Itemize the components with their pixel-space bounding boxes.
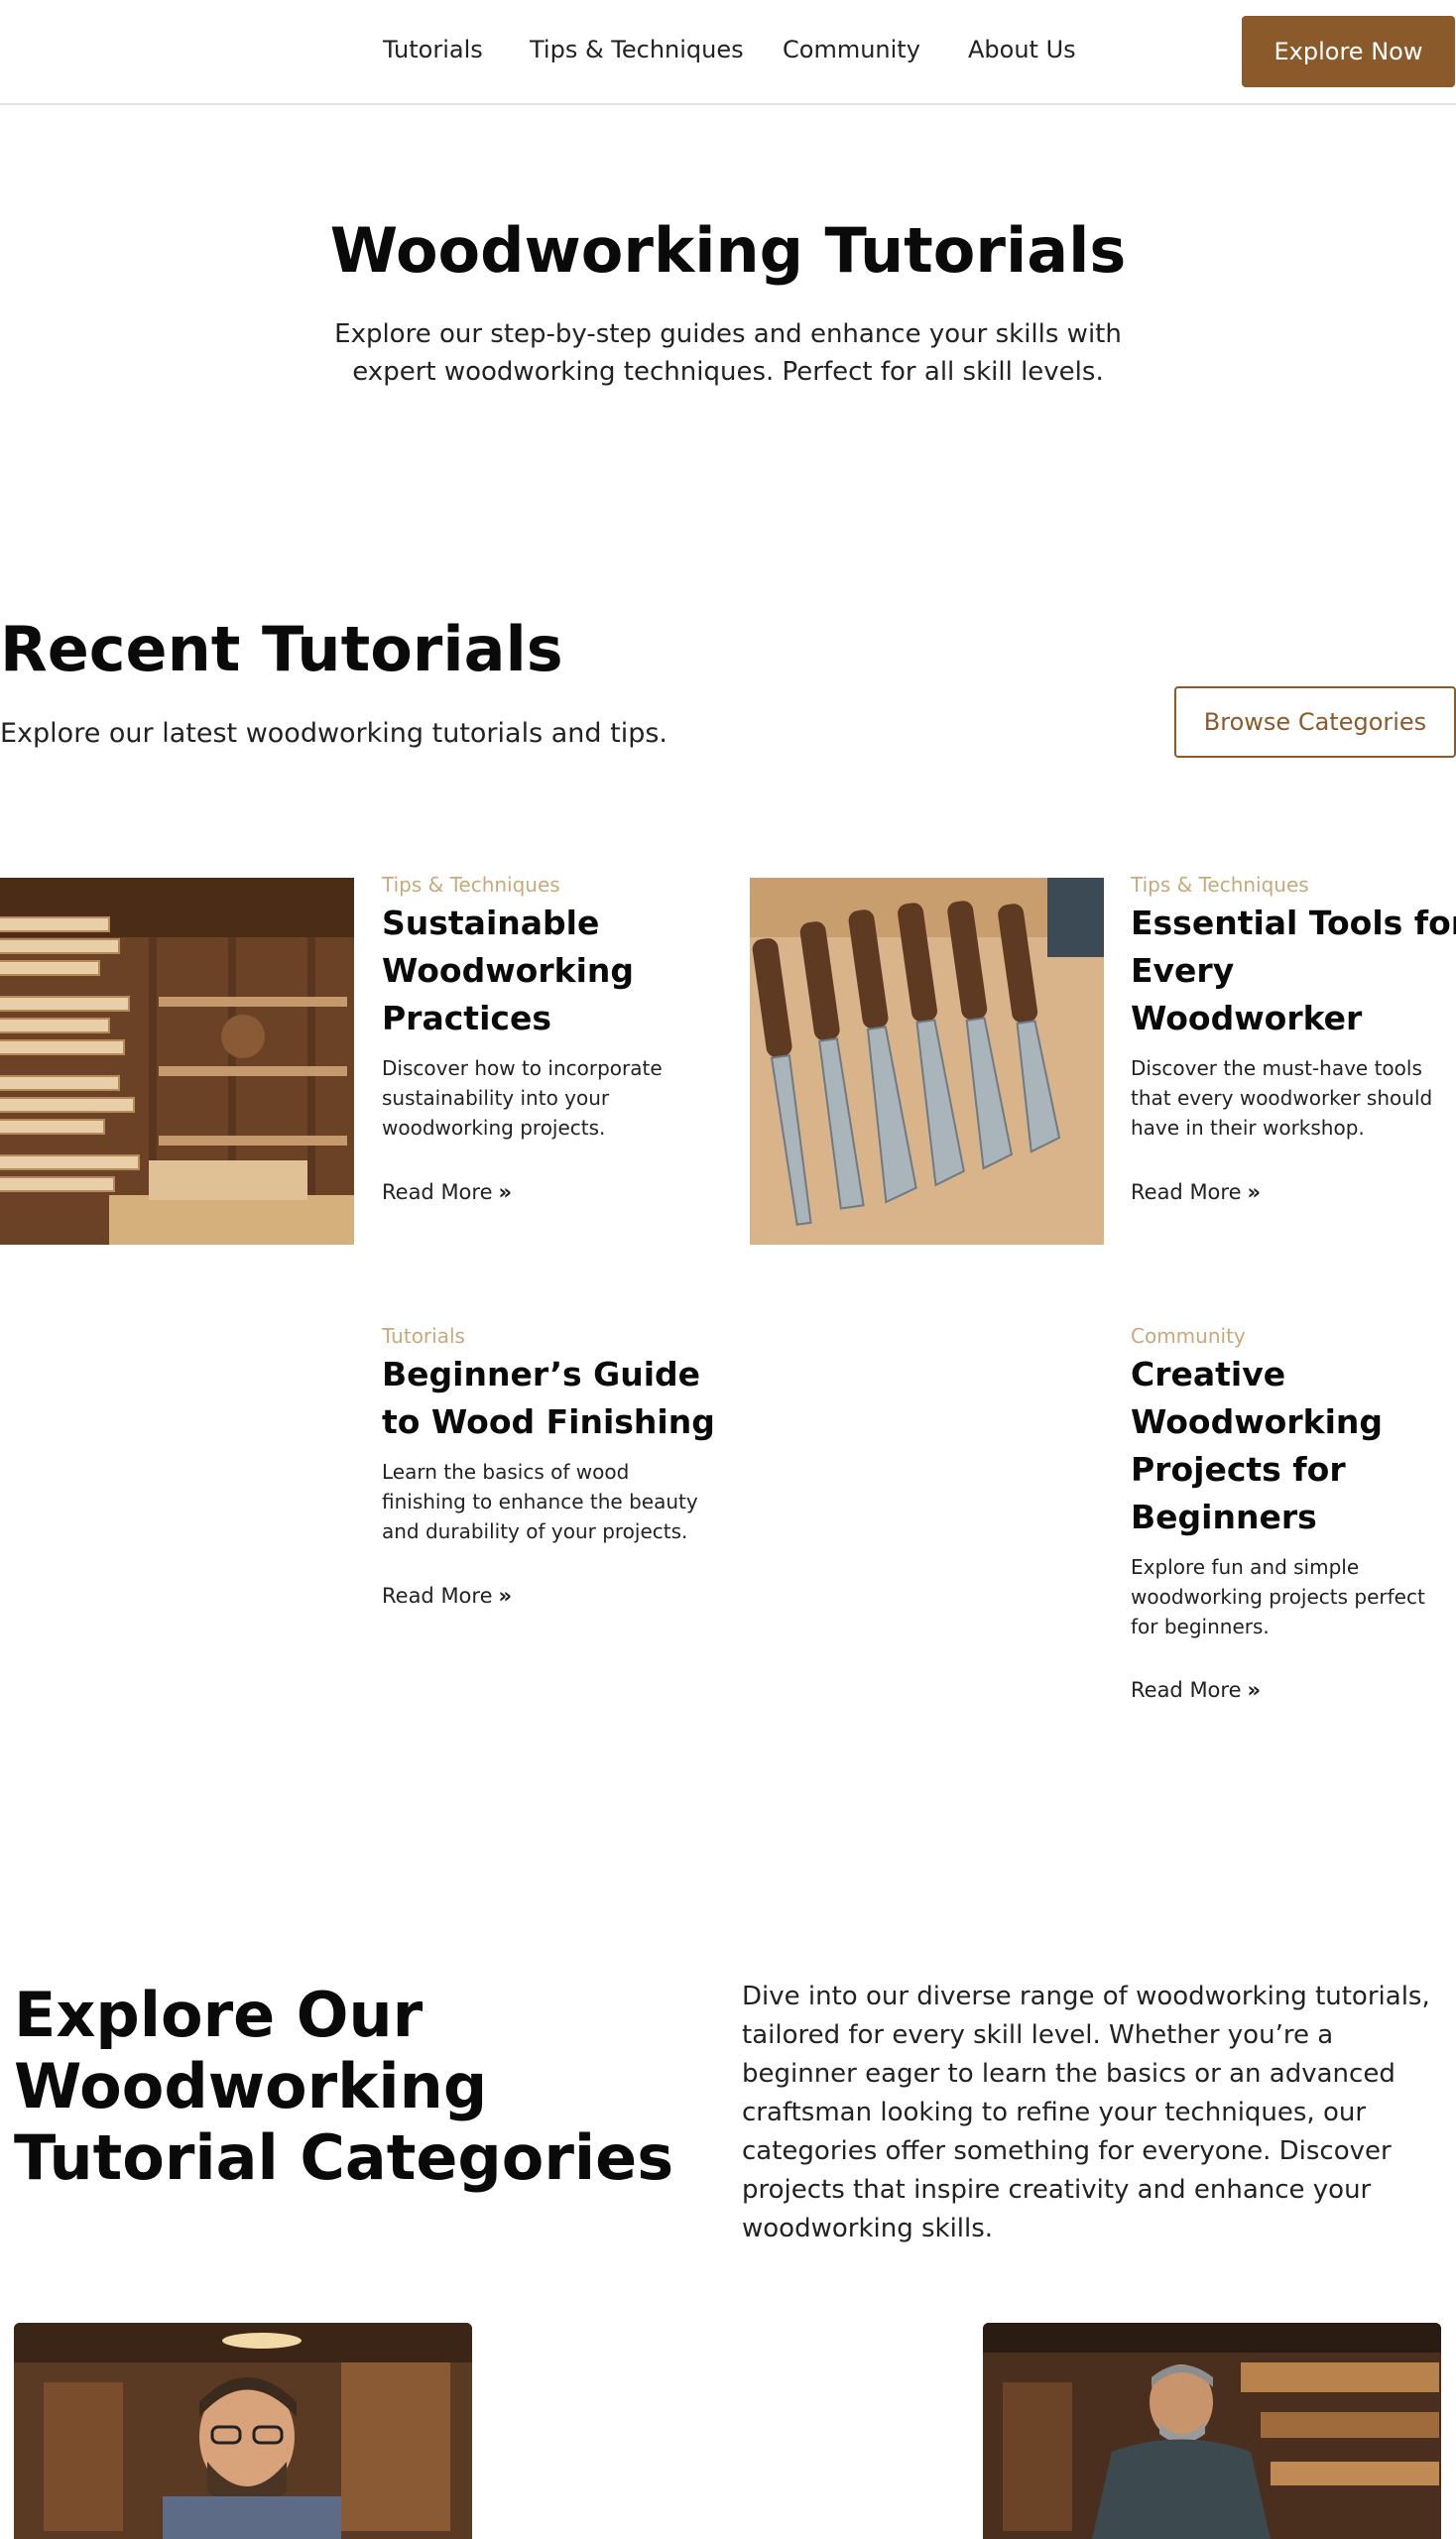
double-chevron-right-icon: » — [1247, 1678, 1262, 1702]
read-more-link[interactable]: Read More» — [382, 1584, 512, 1608]
nav-link-about-us[interactable]: About Us — [968, 36, 1076, 63]
card-category[interactable]: Tutorials — [382, 1324, 465, 1348]
double-chevron-right-icon: » — [1247, 1180, 1262, 1204]
categories-title: Explore Our Woodworking Tutorial Categor… — [14, 1979, 674, 2194]
craftsman-workshop-image — [983, 2323, 1441, 2539]
card-category[interactable]: Tips & Techniques — [382, 873, 560, 897]
categories-description: Dive into our diverse range of woodworki… — [742, 1982, 1430, 2243]
read-more-link[interactable]: Read More» — [382, 1180, 512, 1204]
card-title[interactable]: Creative Woodworking Projects for Beginn… — [1131, 1351, 1456, 1541]
card-description: Learn the basics of wood finishing to en… — [382, 1460, 698, 1543]
read-more-link[interactable]: Read More» — [1131, 1180, 1261, 1204]
lumber-storage-image[interactable] — [0, 878, 354, 1245]
browse-categories-button[interactable]: Browse Categories — [1174, 686, 1456, 758]
top-navbar: Tutorials Tips & Techniques Community Ab… — [0, 0, 1456, 105]
chisels-image[interactable] — [750, 878, 1104, 1245]
nav-link-community[interactable]: Community — [783, 36, 920, 63]
card-title[interactable]: Beginner’s Guide to Wood Finishing — [382, 1351, 719, 1446]
recent-tutorials-title: Recent Tutorials — [0, 613, 563, 685]
hero-subtitle: Explore our step-by-step guides and enha… — [334, 319, 1122, 387]
card-description: Discover the must-have tools that every … — [1131, 1056, 1433, 1140]
double-chevron-right-icon: » — [498, 1180, 513, 1204]
hero-title: Woodworking Tutorials — [329, 214, 1127, 287]
double-chevron-right-icon: » — [498, 1584, 513, 1608]
card-description: Explore fun and simple woodworking proje… — [1131, 1555, 1425, 1638]
nav-link-tips-techniques[interactable]: Tips & Techniques — [530, 36, 744, 63]
card-title[interactable]: Sustainable Woodworking Practices — [382, 900, 719, 1042]
nav-link-tutorials[interactable]: Tutorials — [383, 36, 483, 63]
card-category[interactable]: Community — [1131, 1324, 1246, 1348]
recent-tutorials-subtitle: Explore our latest woodworking tutorials… — [0, 718, 667, 749]
read-more-link[interactable]: Read More» — [1131, 1678, 1261, 1702]
card-title[interactable]: Essential Tools for Every Woodworker — [1131, 900, 1456, 1042]
explore-now-button[interactable]: Explore Now — [1242, 16, 1455, 87]
card-description: Discover how to incorporate sustainabili… — [382, 1056, 663, 1140]
woodworker-glasses-image — [14, 2323, 472, 2539]
card-category[interactable]: Tips & Techniques — [1131, 873, 1309, 897]
